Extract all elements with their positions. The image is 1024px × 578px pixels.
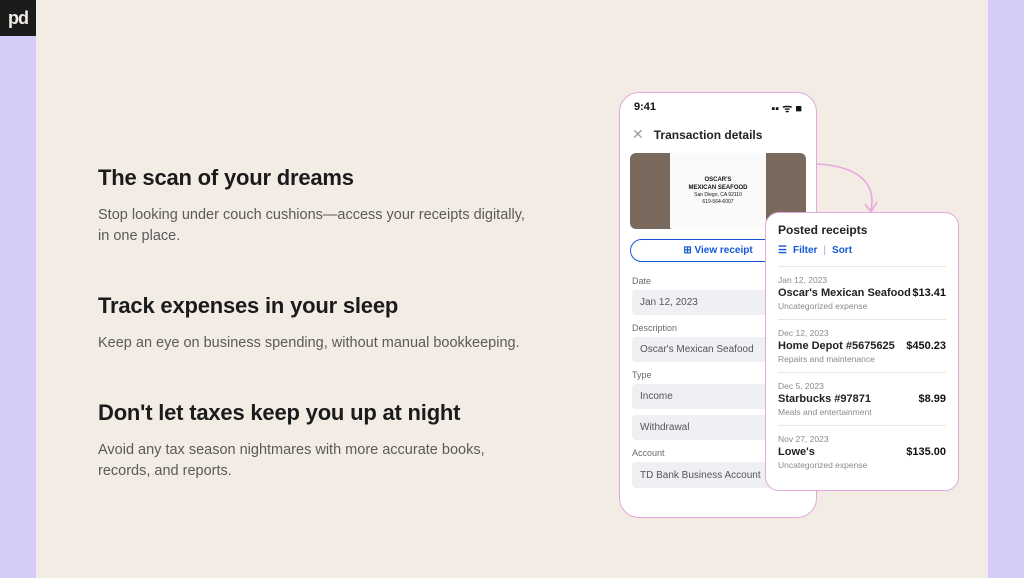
receipt-category: Repairs and maintenance	[778, 354, 946, 364]
phone-title: Transaction details	[654, 128, 763, 142]
section-track: Track expenses in your sleep Keep an eye…	[98, 293, 528, 354]
receipt-item: Dec 12, 2023 Home Depot #5675625 $450.23…	[778, 319, 946, 372]
receipt-item: Dec 5, 2023 Starbucks #97871 $8.99 Meals…	[778, 372, 946, 425]
section-body: Keep an eye on business spending, withou…	[98, 333, 528, 354]
filter-icon: ☰	[778, 245, 787, 256]
close-icon: ✕	[632, 126, 644, 143]
receipt-name: Oscar's Mexican Seafood	[778, 287, 911, 299]
sort-label: Sort	[832, 245, 852, 256]
filter-sort-row: ☰ Filter | Sort	[778, 245, 946, 256]
receipt-name: Starbucks #97871	[778, 393, 871, 405]
status-time: 9:41	[634, 101, 656, 116]
phone-header: ✕ Transaction details	[620, 120, 816, 153]
section-heading: Don't let taxes keep you up at night	[98, 400, 528, 426]
marketing-copy: The scan of your dreams Stop looking und…	[98, 165, 528, 482]
receipt-date: Dec 5, 2023	[778, 381, 946, 391]
receipt-name: Lowe's	[778, 446, 815, 458]
posted-receipts-card: Posted receipts ☰ Filter | Sort Jan 12, …	[765, 212, 959, 491]
section-taxes: Don't let taxes keep you up at night Avo…	[98, 400, 528, 482]
receipt-item: Nov 27, 2023 Lowe's $135.00 Uncategorize…	[778, 425, 946, 478]
receipt-amount: $8.99	[918, 393, 946, 405]
filter-label: Filter	[793, 245, 817, 256]
separator: |	[823, 245, 826, 256]
section-body: Stop looking under couch cushions—access…	[98, 205, 528, 247]
receipt-category: Uncategorized expense	[778, 301, 946, 311]
receipt-date: Dec 12, 2023	[778, 328, 946, 338]
receipt-date: Nov 27, 2023	[778, 434, 946, 444]
receipt-name: Home Depot #5675625	[778, 340, 895, 352]
receipt-category: Uncategorized expense	[778, 460, 946, 470]
section-heading: The scan of your dreams	[98, 165, 528, 191]
receipt-amount: $135.00	[906, 446, 946, 458]
status-icons: ▪▪ ᯤ ■	[771, 101, 802, 116]
page-card: The scan of your dreams Stop looking und…	[36, 0, 988, 578]
receipt-amount: $450.23	[906, 340, 946, 352]
phone-status-bar: 9:41 ▪▪ ᯤ ■	[620, 93, 816, 120]
receipts-title: Posted receipts	[778, 223, 946, 237]
arrow-swoop-icon	[811, 160, 886, 220]
receipt-date: Jan 12, 2023	[778, 275, 946, 285]
receipt-category: Meals and entertainment	[778, 407, 946, 417]
section-body: Avoid any tax season nightmares with mor…	[98, 440, 528, 482]
section-scan: The scan of your dreams Stop looking und…	[98, 165, 528, 247]
section-heading: Track expenses in your sleep	[98, 293, 528, 319]
logo-badge: pd	[0, 0, 36, 36]
receipt-amount: $13.41	[912, 287, 946, 299]
receipt-paper: OSCAR'S MEXICAN SEAFOOD San Diego, CA 92…	[670, 153, 766, 229]
receipt-item: Jan 12, 2023 Oscar's Mexican Seafood $13…	[778, 266, 946, 319]
